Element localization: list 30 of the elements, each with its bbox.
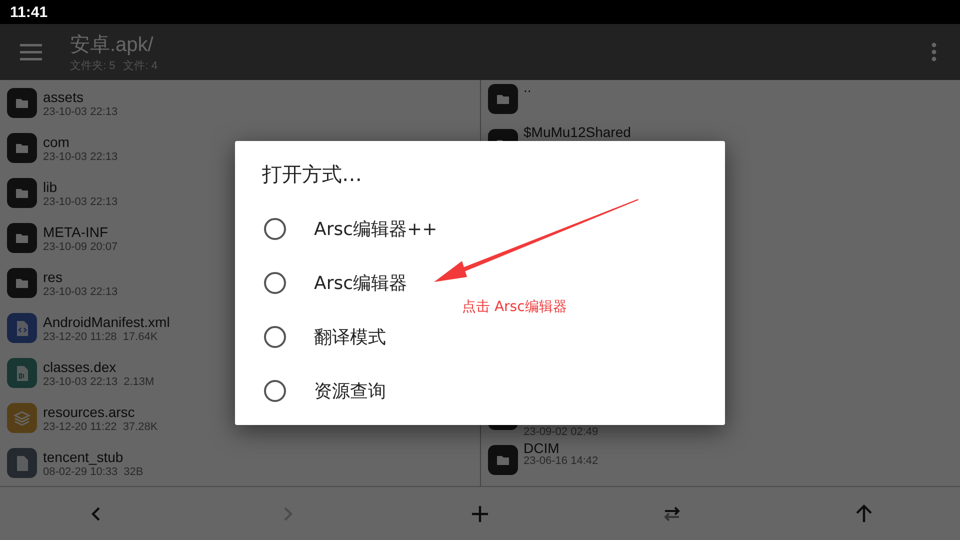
clock-time: 11:41 [10, 4, 48, 20]
folder-title: 安卓.apk/ [70, 33, 154, 58]
file-name: META-INF [43, 222, 110, 240]
file-date: 23-12-20 11:28 [43, 330, 117, 342]
file-date: 08-02-29 10:33 [43, 466, 118, 478]
file-name: lib [43, 178, 58, 196]
file-date: 23-12-20 11:22 [43, 420, 117, 432]
file-date: 23-10-03 22:13 [43, 286, 118, 298]
file-name: DCIM [524, 441, 560, 455]
file-name: com [43, 132, 70, 150]
file-name: resources.arsc [43, 402, 136, 420]
file-date: 23-10-03 22:13 [43, 196, 118, 208]
file-size: 2.13M [124, 376, 154, 388]
file-name: $MuMu12Shared [524, 125, 631, 139]
file-name: tencent_stub [43, 448, 124, 466]
file-date: 23-10-03 22:13 [43, 150, 118, 162]
dialog-title: 打开方式… [262, 161, 363, 188]
file-name: classes.dex [43, 358, 118, 376]
file-size: 32B [124, 466, 144, 478]
file-size: 37.28K [122, 420, 158, 432]
file-name: AndroidManifest.xml [43, 312, 170, 330]
file-date: 23-10-03 22:13 [43, 376, 118, 388]
file-date: 23-10-03 22:13 [43, 106, 118, 118]
file-name: res [43, 268, 64, 286]
file-date: 23-06-16 14:42 [524, 455, 598, 467]
file-date: 23-10-09 20:07 [43, 240, 118, 252]
annotation-text: 点击 Arsc编辑器 [462, 298, 567, 316]
file-size: 17.64K [122, 330, 158, 342]
file-name: .. [524, 80, 532, 94]
file-name: assets [43, 88, 84, 106]
